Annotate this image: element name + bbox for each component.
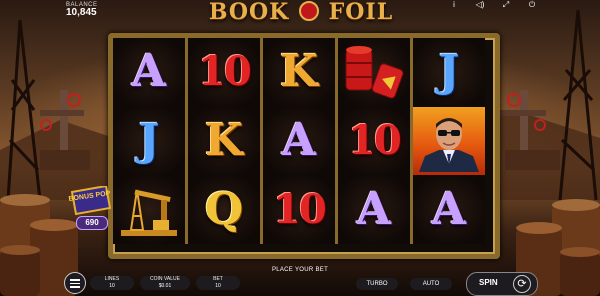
symbol-10: 10 [198, 48, 252, 96]
reel-cell: K [188, 106, 260, 176]
reel-3: K A 10 [263, 38, 338, 245]
top-right-icons: i ◁) ⤢ ⏻ [448, 0, 538, 10]
symbol-a: A [281, 115, 317, 166]
reel-grid: A J 10 K Q K A 10 10 A J A [113, 38, 485, 245]
reel-cell [113, 175, 185, 245]
power-icon[interactable]: ⏻ [526, 0, 538, 10]
lines-label: LINES [104, 276, 120, 282]
info-icon[interactable]: i [448, 0, 460, 10]
reel-5: JA [413, 38, 485, 245]
reel-cell [413, 106, 485, 176]
bonus-pop-icon: BONUS POP [68, 184, 112, 216]
coin-value-value: $0.01 [158, 283, 172, 289]
turbo-button[interactable]: TURBO [356, 278, 398, 290]
balance-value: 10,845 [66, 7, 97, 18]
lines-value: 10 [109, 283, 115, 289]
bonus-pop-badge: BONUS POP 690 [68, 184, 112, 230]
reel-cell [338, 38, 410, 107]
symbol-j: J [438, 46, 460, 98]
reel-cell: A [113, 38, 185, 107]
symbol-10: 10 [348, 117, 402, 164]
auto-button[interactable]: AUTO [410, 278, 452, 290]
menu-button[interactable] [64, 272, 86, 294]
reel-cell: A [263, 106, 335, 176]
game-logo: BOOK FOIL [206, 0, 396, 24]
symbol-a: A [431, 183, 467, 235]
bet-value: 10 [215, 283, 221, 289]
spin-button[interactable]: SPIN ⟳ [466, 272, 538, 296]
symbol-k: K [279, 46, 319, 98]
reel-4: 10 A [338, 38, 413, 245]
bonus-pop-value: 690 [76, 216, 108, 230]
reel-cell: 10 [188, 38, 260, 107]
reel-cell: J [113, 106, 185, 176]
logo-oil-text: FOIL [328, 0, 394, 25]
symbol-10: 10 [273, 185, 327, 233]
reel-cell: 10 [263, 175, 335, 245]
symbol-j: J [138, 115, 160, 166]
oil-rig-icon [121, 189, 177, 236]
spin-label: SPIN [479, 278, 498, 287]
bet-label: BET [213, 276, 223, 282]
hamburger-line [70, 286, 80, 288]
man-portrait-icon [419, 118, 479, 172]
reel-cell: 10 [338, 106, 410, 176]
fullscreen-icon[interactable]: ⤢ [500, 0, 512, 10]
coin-value-label: COIN VALUE [150, 276, 180, 282]
reel-cell: K [263, 38, 335, 107]
bet-control[interactable]: BET 10 [196, 276, 240, 290]
coin-value-control[interactable]: COIN VALUE $0.01 [140, 276, 190, 290]
reel-1: AJ [113, 38, 188, 245]
sound-icon[interactable]: ◁) [474, 0, 486, 10]
symbol-a: A [131, 46, 167, 98]
reel-cell: Q [188, 175, 260, 245]
reel-cell: A [413, 175, 485, 245]
logo-book-text: BOOK [208, 0, 290, 25]
spin-refresh-icon: ⟳ [513, 275, 531, 293]
hamburger-line [70, 282, 80, 284]
symbol-q: Q [204, 183, 244, 235]
reel-cell: J [413, 38, 485, 107]
logo-oil-drop-icon [298, 1, 319, 21]
hamburger-icon [70, 279, 80, 281]
reel-2: 10 K Q [188, 38, 263, 245]
oil-barrels-icon [345, 46, 404, 99]
reel-cell: A [338, 175, 410, 245]
lines-control[interactable]: LINES 10 [90, 276, 134, 290]
symbol-k: K [204, 115, 244, 166]
symbol-a: A [356, 183, 392, 235]
balance-display: BALANCE 10,845 [66, 2, 98, 18]
